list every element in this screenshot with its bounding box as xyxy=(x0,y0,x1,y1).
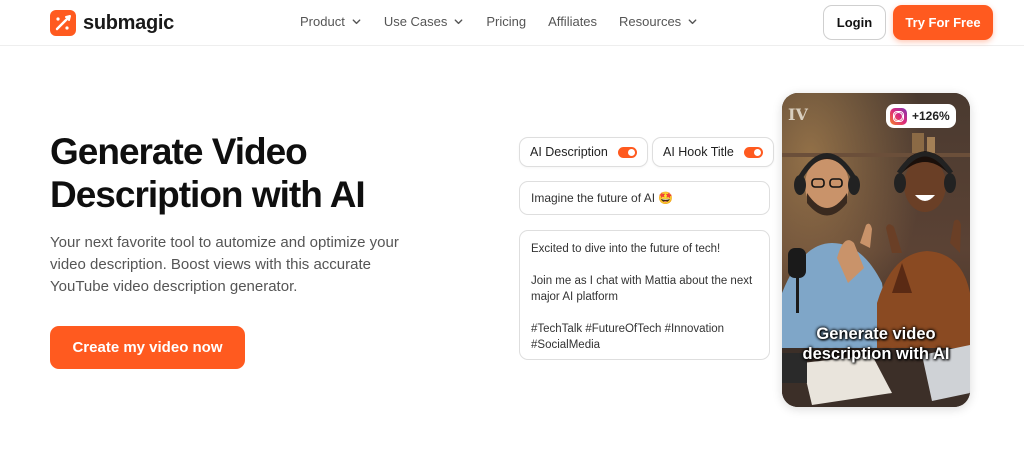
main-menu: Product Use Cases Pricing Affiliates Res… xyxy=(300,14,698,29)
generated-description: Excited to dive into the future of tech!… xyxy=(519,230,770,360)
toggle-switch[interactable] xyxy=(743,146,763,158)
create-video-button[interactable]: Create my video now xyxy=(50,326,245,369)
top-nav: submagic Product Use Cases Pricing Affil… xyxy=(0,0,1024,46)
toggle-label: AI Description xyxy=(530,145,608,159)
nav-item-label: Resources xyxy=(619,14,682,29)
nav-item-resources[interactable]: Resources xyxy=(619,14,698,29)
hero-title: Generate Video Description with AI xyxy=(50,131,366,215)
description-hashtags: #TechTalk #FutureOfTech #Innovation #Soc… xyxy=(531,323,725,351)
instagram-icon xyxy=(890,107,907,125)
submagic-logo-icon xyxy=(50,10,76,36)
brand-logo[interactable]: submagic xyxy=(50,10,174,36)
toggle-switch[interactable] xyxy=(617,146,637,158)
video-preview-card: IV +126% Generate video description with… xyxy=(782,93,970,407)
nav-item-pricing[interactable]: Pricing xyxy=(486,14,526,29)
login-button[interactable]: Login xyxy=(823,5,886,40)
try-for-free-button[interactable]: Try For Free xyxy=(893,5,993,40)
hero-subtitle: Your next favorite tool to automize and … xyxy=(50,234,399,295)
nav-item-use-cases[interactable]: Use Cases xyxy=(384,14,465,29)
nav-item-label: Product xyxy=(300,14,345,29)
nav-item-label: Pricing xyxy=(486,14,527,29)
description-line: Excited to dive into the future of tech! xyxy=(531,243,721,255)
video-caption: Generate video description with AI xyxy=(802,325,950,363)
chevron-down-icon xyxy=(688,19,697,25)
toggle-label: AI Hook Title xyxy=(663,145,734,159)
brand-name: submagic xyxy=(83,11,174,34)
nav-item-affiliates[interactable]: Affiliates xyxy=(548,14,597,29)
engagement-value: +126% xyxy=(912,109,950,123)
engagement-badge: +126% xyxy=(886,104,956,128)
nav-item-label: Use Cases xyxy=(383,14,448,29)
nav-item-product[interactable]: Product xyxy=(300,14,362,29)
chevron-down-icon xyxy=(352,19,361,25)
nav-item-label: Affiliates xyxy=(548,14,598,29)
chevron-down-icon xyxy=(454,19,463,25)
description-line: Join me as I chat with Mattia about the … xyxy=(531,275,753,303)
corner-watermark: IV xyxy=(788,105,808,124)
ai-hook-title-toggle[interactable]: AI Hook Title xyxy=(652,137,774,167)
ai-description-toggle[interactable]: AI Description xyxy=(519,137,648,167)
prompt-input[interactable]: Imagine the future of AI 🤩 xyxy=(519,181,770,215)
prompt-text: Imagine the future of AI 🤩 xyxy=(531,191,674,205)
